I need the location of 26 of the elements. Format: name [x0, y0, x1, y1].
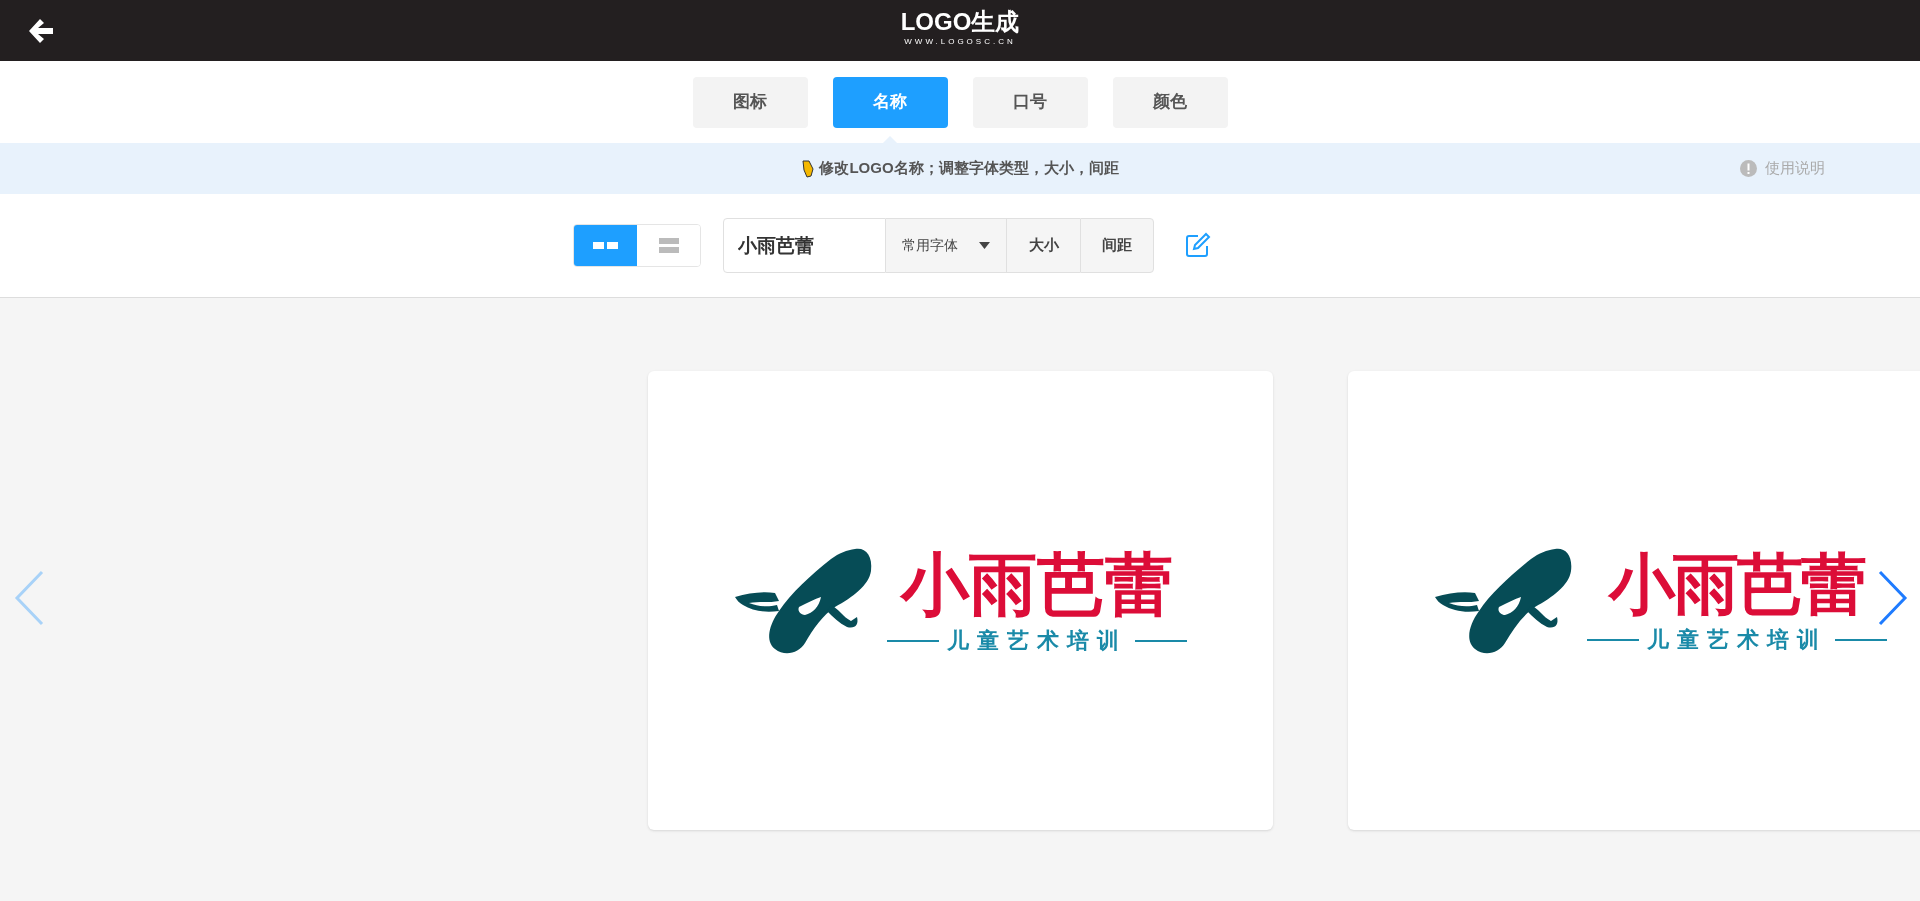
logo-slogan: 儿童艺术培训: [1646, 628, 1827, 651]
adjust-button[interactable]: 间距: [1080, 218, 1154, 273]
logo-slogan: 儿童艺术培训: [946, 629, 1127, 652]
edit-button[interactable]: [1184, 232, 1211, 259]
tab[interactable]: 颜色: [1112, 76, 1228, 128]
font-dropdown[interactable]: 常用字体: [886, 218, 1006, 273]
logo-preview-card[interactable]: 小雨芭蕾 儿童艺术培训: [648, 371, 1273, 830]
next-arrow-button[interactable]: [1876, 568, 1910, 628]
logo-name: 小雨芭蕾: [1608, 550, 1865, 617]
side-by-side-icon: [592, 241, 619, 250]
adjust-button[interactable]: 大小: [1006, 218, 1080, 273]
layout-toggle[interactable]: [574, 225, 637, 266]
tab[interactable]: 口号: [972, 76, 1088, 128]
name-input-field[interactable]: 小雨芭蕾: [723, 218, 886, 273]
tab[interactable]: 图标: [692, 76, 808, 128]
hint-text: 修改LOGO名称；调整字体类型，大小，间距: [819, 158, 1119, 179]
stacked-icon: [658, 237, 679, 254]
pointing-hand-icon: [801, 159, 816, 178]
logo-preview-card[interactable]: 小雨芭蕾 儿童艺术培训: [1348, 371, 1920, 830]
logo-name: 小雨芭蕾: [900, 549, 1173, 618]
chevron-right-icon: [1878, 570, 1908, 626]
site-logo[interactable]: LOGO生成 WWW.LOGOSC.CN: [900, 10, 1020, 46]
chevron-left-icon: [14, 570, 44, 626]
edit-icon: [1184, 232, 1211, 259]
info-icon: [1740, 160, 1757, 177]
caret-icon: [979, 242, 990, 249]
